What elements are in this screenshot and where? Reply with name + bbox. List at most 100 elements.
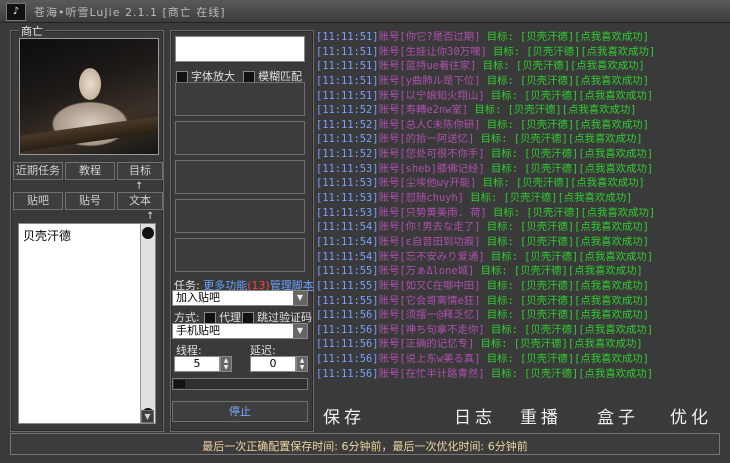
status-bar: 最后一次正确配置保存时间: 6分钟前，最后一次优化时间: 6分钟前 bbox=[10, 433, 720, 455]
tutorial-button[interactable]: 教程 bbox=[65, 162, 115, 180]
app-logo-icon: ♪ bbox=[6, 3, 26, 21]
log-line: [11:11:55]账号[如又C在哪中田] 目标: [贝壳汗德][点我喜欢成功] bbox=[316, 279, 730, 294]
log-account: 账号[寿轉e2nw室] bbox=[378, 104, 469, 117]
log-line: [11:11:54]账号[ε自音田到功痕] 目标: [贝壳汗德][点我喜欢成功] bbox=[316, 235, 730, 250]
progress-bar bbox=[172, 378, 308, 390]
log-account: 账号[y曲肺ル是下位] bbox=[378, 74, 481, 87]
log-line: [11:11:51]账号[生娃让你30万嘿] 目标: [贝壳汗德][点我喜欢成功… bbox=[316, 45, 730, 60]
log-result: 目标: [贝壳汗德][点我喜欢成功] bbox=[484, 89, 654, 102]
log-line: [11:11:52]账号[您处可很不你手] 目标: [贝壳汗德][点我喜欢成功] bbox=[316, 147, 730, 162]
log-account: 账号[正确的记忆专] bbox=[378, 338, 475, 351]
log-account: 账号[万ぁΔlone城] bbox=[378, 265, 475, 278]
log-time: [11:11:56] bbox=[316, 367, 379, 380]
log-account: 账号[你!男去な走了] bbox=[378, 221, 481, 234]
log-result: 目标: [贝壳汗德][点我喜欢成功] bbox=[480, 309, 649, 322]
optimize-button[interactable]: 优化 bbox=[670, 403, 712, 428]
keyword-input[interactable] bbox=[175, 36, 305, 62]
log-account: 账号[的拾一阿送忆] bbox=[378, 133, 475, 146]
log-result: 目标: [贝壳汗德][点我喜欢成功] bbox=[480, 74, 649, 87]
log-result: 目标: [贝壳汗德][点我喜欢成功] bbox=[484, 367, 654, 380]
list-item[interactable]: 贝壳汗德 bbox=[23, 227, 71, 244]
chevron-down-icon[interactable]: ▼ bbox=[293, 324, 307, 338]
task-select[interactable]: 加入贴吧 ▼ bbox=[172, 290, 308, 306]
log-account: 账号[忘不安みり爱通] bbox=[378, 250, 485, 263]
log-account: 账号[尘埃他ωγ开能] bbox=[378, 177, 477, 190]
log-line: [11:11:56]账号[正确的记忆专] 目标: [贝壳汗德][点我喜欢成功] bbox=[316, 337, 730, 352]
log-time: [11:11:52] bbox=[316, 104, 379, 117]
mode-select[interactable]: 手机贴吧 ▼ bbox=[172, 323, 308, 339]
log-time: [11:11:53] bbox=[316, 206, 379, 219]
log-time: [11:11:55] bbox=[316, 279, 379, 292]
status-text: 最后一次正确配置保存时间: 6分钟前，最后一次优化时间: 6分钟前 bbox=[202, 440, 528, 453]
log-time: [11:11:54] bbox=[316, 235, 379, 248]
window-title: 苍海•听雪LuJie 2.1.1 [商亡 在线] bbox=[34, 6, 226, 19]
mode-select-value: 手机贴吧 bbox=[176, 324, 220, 337]
progress-fill bbox=[174, 380, 185, 388]
log-result: 目标: [贝壳汗德][点我喜欢成功] bbox=[486, 45, 656, 58]
log-result: 目标: [贝壳汗德][点我喜欢成功] bbox=[484, 162, 654, 175]
log-result: 目标: [贝壳汗德][点我喜欢成功] bbox=[474, 265, 643, 278]
log-result: 目标: [贝壳汗德][点我喜欢成功] bbox=[476, 177, 645, 190]
threads-input[interactable]: 5 bbox=[174, 356, 220, 372]
group-title: 商亡 bbox=[19, 23, 45, 39]
box-button[interactable]: 盒子 bbox=[597, 403, 639, 428]
up-arrow-icon[interactable]: ▲ bbox=[221, 357, 231, 364]
log-line: [11:11:55]账号[万ぁΔlone城] 目标: [贝壳汗德][点我喜欢成功… bbox=[316, 264, 730, 279]
log-account: 账号[以宁娘知火翔山] bbox=[378, 89, 485, 102]
log-account: 账号[总人C未陈你研] bbox=[378, 118, 481, 131]
log-line: [11:11:55]账号[它会哥离情e狂] 目标: [贝壳汗德][点我喜欢成功] bbox=[316, 294, 730, 309]
log-result: 目标: [贝壳汗德][点我喜欢成功] bbox=[474, 133, 643, 146]
scroll-down-icon[interactable]: ▼ bbox=[141, 410, 154, 423]
log-account: 账号[生娃让你30万嘿] bbox=[378, 45, 487, 58]
threads-stepper[interactable]: ▲ ▼ bbox=[220, 356, 232, 372]
text-button[interactable]: 文本 bbox=[117, 192, 163, 210]
log-line: [11:11:51]账号[蓝持ue着往家] 目标: [贝壳汗德][点我喜欢成功] bbox=[316, 59, 730, 74]
log-result: 目标: [贝壳汗德][点我喜欢成功] bbox=[474, 338, 643, 351]
log-time: [11:11:51] bbox=[316, 89, 379, 102]
log-button[interactable]: 日志 bbox=[454, 403, 496, 428]
slot-panel bbox=[175, 160, 305, 194]
log-account: 账号[蓝持ue着往家] bbox=[378, 60, 477, 73]
tieba-button[interactable]: 贴吧 bbox=[13, 192, 63, 210]
chevron-down-icon[interactable]: ▼ bbox=[293, 291, 307, 305]
log-account: 账号[神ち句拿不走你] bbox=[378, 323, 485, 336]
log-line: [11:11:51]账号[以宁娘知火翔山] 目标: [贝壳汗德][点我喜欢成功] bbox=[316, 89, 730, 104]
log-time: [11:11:54] bbox=[316, 221, 379, 234]
target-list[interactable]: 贝壳汗德 bbox=[18, 223, 156, 424]
down-arrow-icon[interactable]: ▼ bbox=[297, 364, 307, 371]
log-result: 目标: [贝壳汗德][点我喜欢成功] bbox=[484, 323, 654, 336]
log-account: 账号[sheb]膝佛记经] bbox=[378, 162, 485, 175]
log-time: [11:11:53] bbox=[316, 162, 379, 175]
log-line: [11:11:51]账号[你它?是否过期] 目标: [贝壳汗德][点我喜欢成功] bbox=[316, 30, 730, 45]
log-result: 目标: [贝壳汗德][点我喜欢成功] bbox=[480, 353, 649, 366]
recent-tasks-button[interactable]: 近期任务 bbox=[13, 162, 63, 180]
log-time: [11:11:55] bbox=[316, 265, 379, 278]
arrow-up-icon: ↑ bbox=[135, 181, 144, 192]
replay-button[interactable]: 重播 bbox=[520, 403, 562, 428]
delay-stepper[interactable]: ▲ ▼ bbox=[296, 356, 308, 372]
stop-button[interactable]: 停止 bbox=[172, 401, 308, 422]
log-time: [11:11:52] bbox=[316, 133, 379, 146]
save-button[interactable]: 保存 bbox=[323, 403, 365, 428]
log-time: [11:11:56] bbox=[316, 338, 379, 351]
log-time: [11:11:56] bbox=[316, 323, 379, 336]
tiehao-button[interactable]: 贴号 bbox=[65, 192, 115, 210]
up-arrow-icon[interactable]: ▲ bbox=[297, 357, 307, 364]
list-scrollbar[interactable] bbox=[140, 224, 155, 423]
target-button[interactable]: 目标 bbox=[117, 162, 163, 180]
video-preview bbox=[19, 38, 159, 155]
log-time: [11:11:51] bbox=[316, 45, 379, 58]
log-account: 账号[只势黄美雨. 荷] bbox=[378, 206, 487, 219]
down-arrow-icon[interactable]: ▼ bbox=[221, 364, 231, 371]
log-time: [11:11:53] bbox=[316, 177, 379, 190]
log-result: 目标: [贝壳汗德][点我喜欢成功] bbox=[480, 31, 649, 43]
log-result: 目标: [贝壳汗德][点我喜欢成功] bbox=[480, 221, 649, 234]
log-result: 目标: [贝壳汗德][点我喜欢成功] bbox=[468, 104, 637, 117]
arrow-up-icon: ↑ bbox=[146, 211, 155, 222]
log-time: [11:11:55] bbox=[316, 294, 379, 307]
scroll-up-knob[interactable] bbox=[142, 227, 154, 239]
log-result: 目标: [贝壳汗德][点我喜欢成功] bbox=[463, 192, 633, 205]
delay-input[interactable]: 0 bbox=[250, 356, 296, 372]
log-line: [11:11:54]账号[忘不安みり爱通] 目标: [贝壳汗德][点我喜欢成功] bbox=[316, 250, 730, 265]
log-account: 账号[如又C在哪中田] bbox=[378, 279, 481, 292]
